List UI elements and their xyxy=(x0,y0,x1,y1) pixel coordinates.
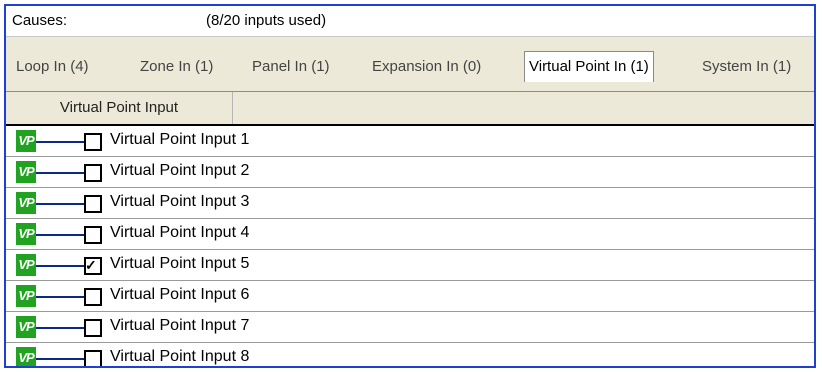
virtual-point-icon: VP xyxy=(16,223,36,245)
tab-bar: Loop In (4) Zone In (1) Panel In (1) Exp… xyxy=(6,37,814,92)
list-item-label: Virtual Point Input 6 xyxy=(110,286,250,303)
tab-loop-in[interactable]: Loop In (4) xyxy=(12,55,93,79)
virtual-point-icon: VP xyxy=(16,347,36,366)
tab-system-in[interactable]: System In (1) xyxy=(698,55,795,79)
list-item[interactable]: VP Virtual Point Input 4 xyxy=(6,219,814,250)
tab-virtual-point-in[interactable]: Virtual Point In (1) xyxy=(524,51,654,82)
checkbox[interactable] xyxy=(84,350,102,366)
checkbox[interactable] xyxy=(84,319,102,337)
virtual-point-input-list: VP Virtual Point Input 1 VP Virtual Poin… xyxy=(6,126,814,366)
checkbox[interactable] xyxy=(84,288,102,306)
tab-expansion-in[interactable]: Expansion In (0) xyxy=(368,55,485,79)
tree-connector-line xyxy=(36,141,84,143)
list-item-label: Virtual Point Input 1 xyxy=(110,131,250,148)
tree-connector-line xyxy=(36,203,84,205)
checkbox[interactable] xyxy=(84,195,102,213)
list-column-header: Virtual Point Input xyxy=(6,92,814,126)
inputs-used-text: (8/20 inputs used) xyxy=(206,12,327,29)
list-item[interactable]: VP Virtual Point Input 1 xyxy=(6,126,814,157)
list-item[interactable]: VP Virtual Point Input 8 xyxy=(6,343,814,366)
list-item-label: Virtual Point Input 4 xyxy=(110,224,250,241)
checkbox[interactable] xyxy=(84,164,102,182)
list-item-label: Virtual Point Input 7 xyxy=(110,317,250,334)
tree-connector-line xyxy=(36,265,84,267)
causes-panel: Causes: (8/20 inputs used) Loop In (4) Z… xyxy=(4,4,816,368)
caption-bar: Causes: (8/20 inputs used) xyxy=(6,6,814,37)
list-item-label: Virtual Point Input 5 xyxy=(110,255,250,272)
virtual-point-icon: VP xyxy=(16,192,36,214)
list-item[interactable]: VP Virtual Point Input 6 xyxy=(6,281,814,312)
column-header-virtual-point-input[interactable]: Virtual Point Input xyxy=(6,92,233,124)
list-item[interactable]: VP Virtual Point Input 2 xyxy=(6,157,814,188)
causes-label: Causes: xyxy=(12,12,68,29)
checkbox[interactable] xyxy=(84,133,102,151)
virtual-point-icon: VP xyxy=(16,316,36,338)
virtual-point-icon: VP xyxy=(16,130,36,152)
list-item-label: Virtual Point Input 3 xyxy=(110,193,250,210)
checkbox-checked[interactable]: ✓ xyxy=(84,257,102,275)
tree-connector-line xyxy=(36,358,84,360)
list-item[interactable]: VP ✓ Virtual Point Input 5 xyxy=(6,250,814,281)
list-item[interactable]: VP Virtual Point Input 7 xyxy=(6,312,814,343)
checkmark-icon: ✓ xyxy=(85,257,97,273)
tree-connector-line xyxy=(36,234,84,236)
virtual-point-icon: VP xyxy=(16,161,36,183)
virtual-point-icon: VP xyxy=(16,254,36,276)
list-item-label: Virtual Point Input 8 xyxy=(110,348,250,365)
tree-connector-line xyxy=(36,172,84,174)
list-item[interactable]: VP Virtual Point Input 3 xyxy=(6,188,814,219)
tab-zone-in[interactable]: Zone In (1) xyxy=(136,55,217,79)
tree-connector-line xyxy=(36,296,84,298)
tab-panel-in[interactable]: Panel In (1) xyxy=(248,55,334,79)
virtual-point-icon: VP xyxy=(16,285,36,307)
tree-connector-line xyxy=(36,327,84,329)
list-item-label: Virtual Point Input 2 xyxy=(110,162,250,179)
checkbox[interactable] xyxy=(84,226,102,244)
